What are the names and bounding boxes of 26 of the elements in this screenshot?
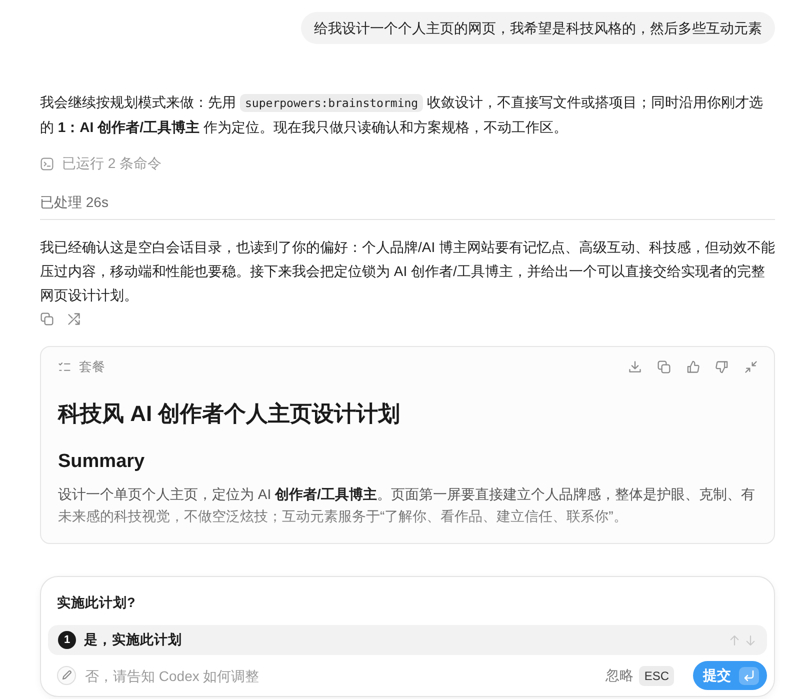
- assistant-message: 我已经确认这是空白会话目录，也读到了你的偏好：个人品牌/AI 博主网站要有记忆点、高级互动、科技感，但动效不能压过内容，移动端和性能也要稳。接下来我会把定位锁为 AI 创作者/工具博主，并给出一个可以直接交给实现者的完整网页设计计划。: [40, 238, 775, 305]
- download-icon[interactable]: [628, 360, 642, 374]
- thumbs-down-icon[interactable]: [715, 360, 729, 374]
- crossed-arrows-icon[interactable]: [67, 312, 81, 326]
- user-message: 给我设计一个个人主页的网页，我希望是科技风格的，然后多些互动元素: [301, 12, 775, 44]
- copy-icon[interactable]: [40, 312, 54, 326]
- esc-key: ESC: [639, 666, 674, 686]
- submit-button[interactable]: 提交: [693, 661, 767, 690]
- feedback-input[interactable]: 否，请告知 Codex 如何调整: [85, 666, 606, 686]
- processed-time: 已处理 26s: [40, 193, 110, 212]
- return-key-icon: [739, 666, 759, 684]
- option-number: 1: [58, 631, 76, 649]
- collapse-icon[interactable]: [744, 360, 758, 374]
- copy-icon[interactable]: [657, 360, 671, 374]
- prompt-question: 实施此计划?: [57, 594, 136, 612]
- plan-summary: 设计一个单页个人主页，定位为 AI 创作者/工具博主。页面第一屏要直接建立个人品牌感，整体是护眼、克制、有未来感的科技视觉，不做空泛炫技；互动元素服务于“了解你、看作品、建立信任、联系你”。: [58, 485, 756, 526]
- pencil-icon: [57, 666, 76, 685]
- thumbs-up-icon[interactable]: [686, 360, 700, 374]
- plan-label: 套餐: [79, 358, 105, 376]
- checklist-icon: [58, 360, 71, 374]
- plan-title: 科技风 AI 创作者个人主页设计计划: [58, 400, 402, 428]
- dismiss-button[interactable]: 忽略: [605, 666, 634, 684]
- section-heading: Summary: [58, 450, 146, 474]
- command-summary[interactable]: 已运行 2 条命令: [62, 155, 162, 173]
- terminal-icon: [40, 157, 54, 171]
- assistant-message: 我会继续按规划模式来做：先用 superpowers:brainstorming 收敛设计，不直接写文件或搭项目；同时沿用你刚才选的 1：AI 创作者/工具博主 作为定位。现在我只做只读确认和方案规格，不动工作区。: [40, 93, 764, 137]
